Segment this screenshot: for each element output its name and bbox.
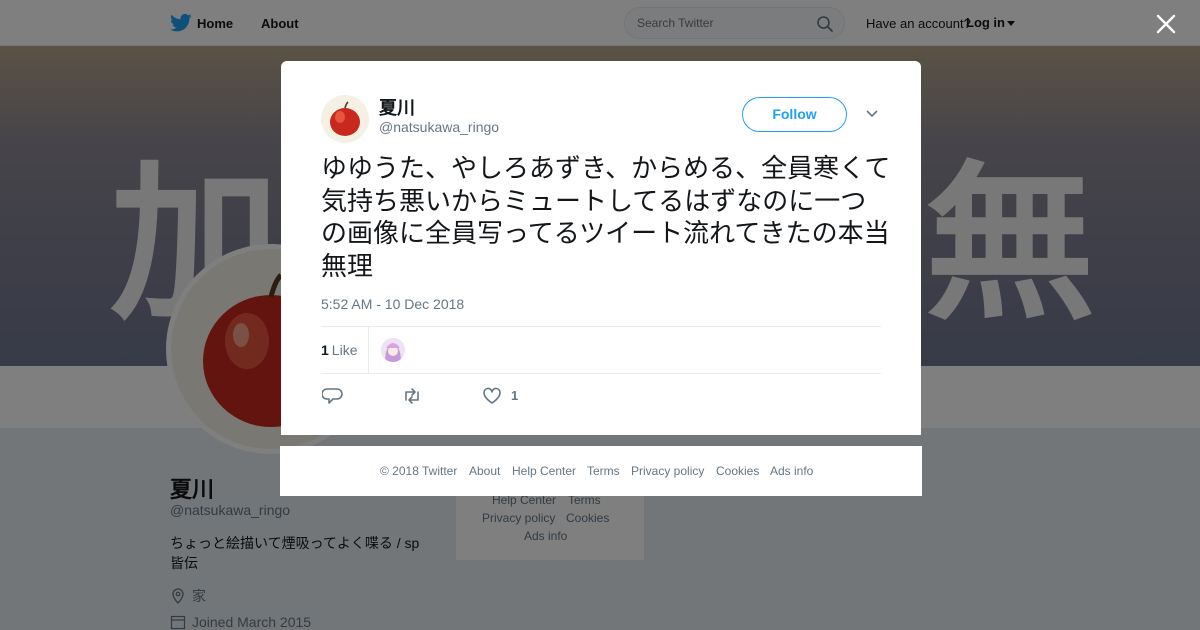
- like-action-count: 1: [511, 388, 519, 403]
- tweet-text: ゆゆうた、やしろあずき、からめる、全員寒くて気持ち悪いからミュートしてるはずなの…: [321, 154, 891, 282]
- tweet-stats: 1 Like: [321, 326, 881, 374]
- likes-count: 1: [321, 342, 329, 358]
- footer-terms[interactable]: Terms: [587, 464, 620, 478]
- chevron-down-icon[interactable]: [865, 109, 879, 119]
- modal-footer: © 2018 Twitter About Help Center Terms P…: [280, 446, 922, 496]
- tweet-timestamp[interactable]: 5:52 AM - 10 Dec 2018: [321, 296, 464, 312]
- likes-label: Like: [331, 342, 358, 358]
- heart-icon[interactable]: [481, 386, 503, 406]
- liker-avatar-image: [381, 338, 405, 362]
- footer-copyright: © 2018 Twitter: [380, 464, 458, 478]
- follow-button[interactable]: Follow: [742, 97, 847, 132]
- likes-stat[interactable]: 1 Like: [321, 342, 357, 358]
- stats-divider: [368, 327, 369, 374]
- tweet-modal: 夏川 @natsukawa_ringo Follow ゆゆうた、やしろあずき、か…: [281, 61, 921, 435]
- footer-help-center[interactable]: Help Center: [512, 464, 576, 478]
- liker-avatar[interactable]: [381, 338, 405, 362]
- reply-icon[interactable]: [322, 386, 344, 406]
- footer-about[interactable]: About: [469, 464, 500, 478]
- retweet-icon[interactable]: [401, 386, 423, 406]
- tweet-author-avatar[interactable]: [321, 95, 369, 143]
- footer-ads-info[interactable]: Ads info: [770, 464, 813, 478]
- tweet-author-handle[interactable]: @natsukawa_ringo: [379, 119, 499, 135]
- footer-privacy[interactable]: Privacy policy: [631, 464, 704, 478]
- apple-avatar-image: [330, 101, 360, 136]
- footer-cookies[interactable]: Cookies: [716, 464, 759, 478]
- close-icon[interactable]: [1154, 12, 1178, 36]
- tweet-author-name[interactable]: 夏川: [379, 94, 415, 120]
